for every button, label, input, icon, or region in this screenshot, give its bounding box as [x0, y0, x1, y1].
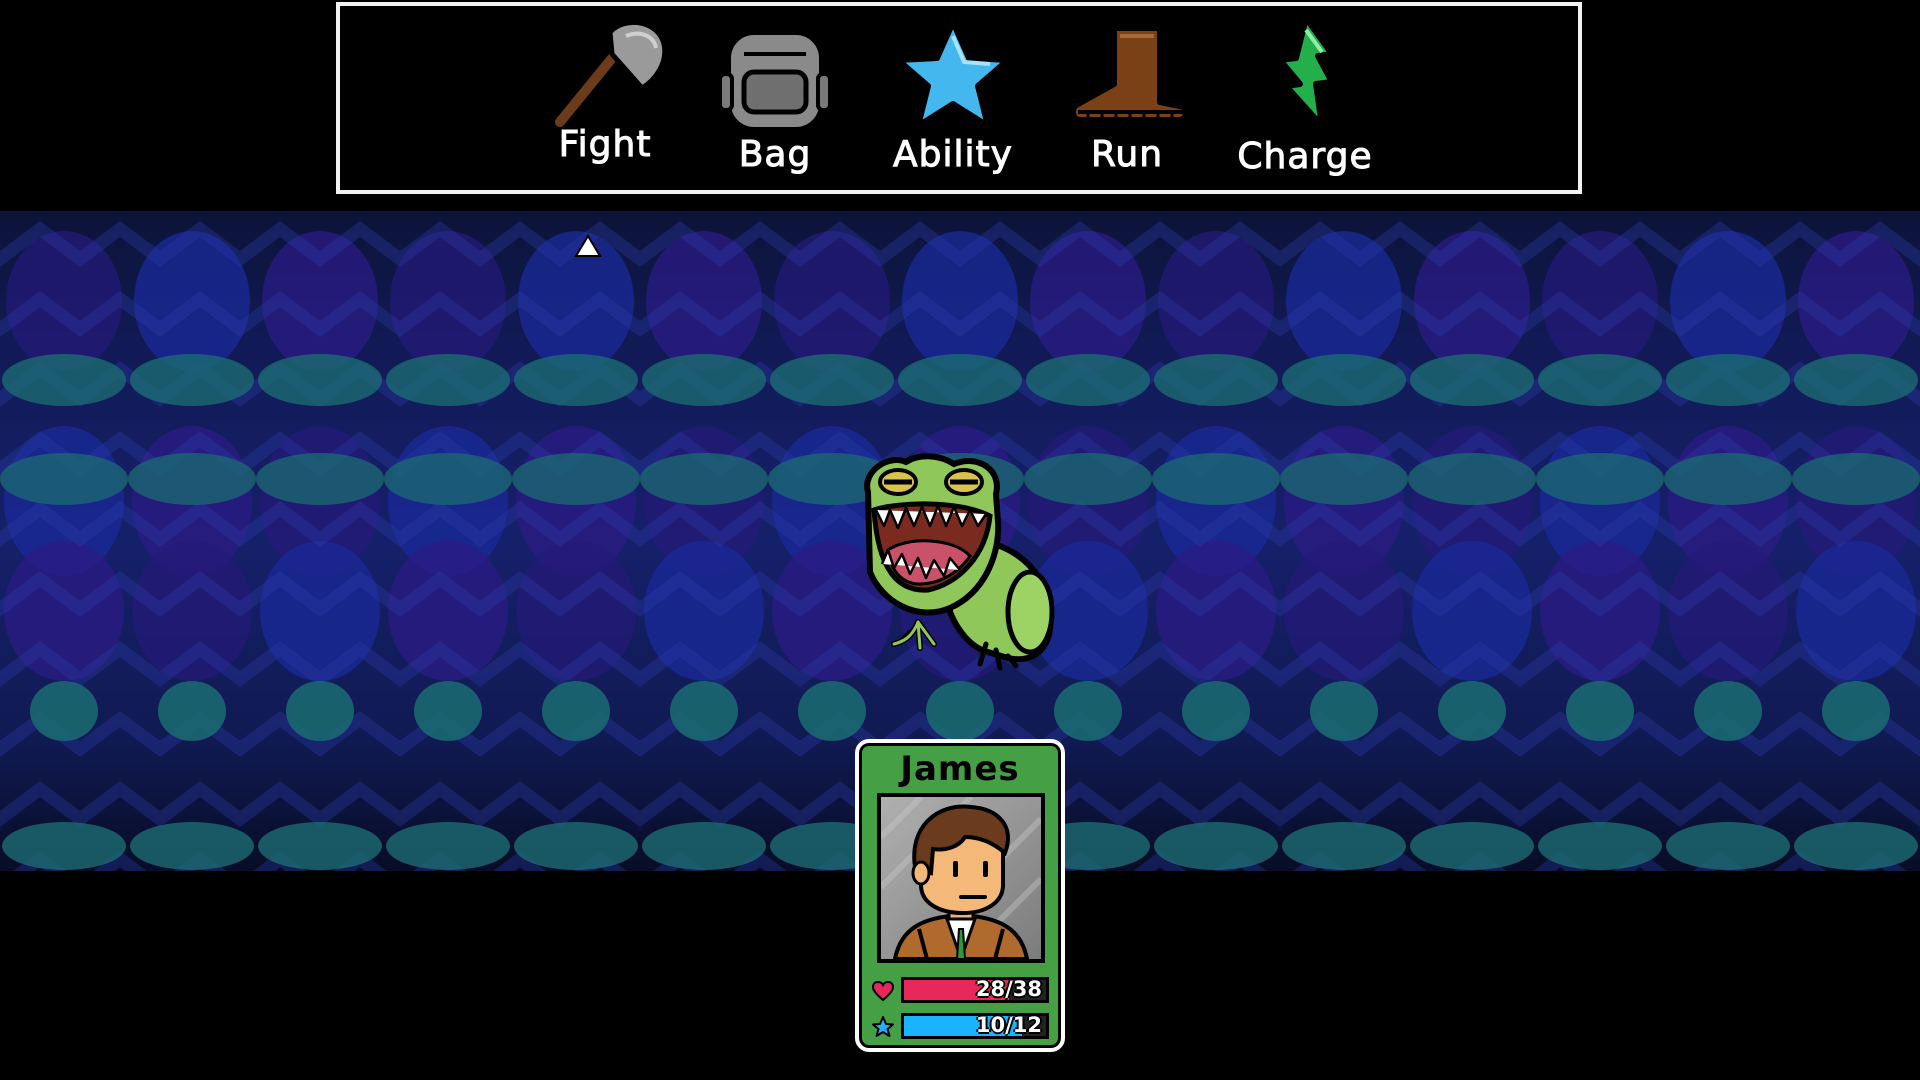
run-button[interactable]: Run [1052, 6, 1202, 194]
bag-label: Bag [738, 134, 812, 176]
mp-bar: 10/12 [901, 1013, 1049, 1039]
target-cursor-icon [574, 234, 602, 257]
fight-label: Fight [558, 124, 652, 166]
james-portrait-icon [881, 797, 1041, 959]
hp-value: 28/38 [975, 977, 1042, 1001]
party-member-card[interactable]: James 28/38 10/12 [855, 739, 1065, 1052]
boot-icon [1070, 25, 1189, 123]
ability-label: Ability [893, 134, 1013, 176]
fight-button[interactable]: Fight [530, 6, 680, 194]
portrait-frame [877, 793, 1045, 963]
mp-row: 10/12 [871, 1013, 1051, 1041]
hp-row: 28/38 [871, 977, 1051, 1005]
backpack-icon [718, 19, 832, 133]
battle-screen: Fight Bag Ability Run Charge James 28/38… [0, 0, 1920, 1080]
bag-button[interactable]: Bag [700, 6, 850, 194]
heart-icon [871, 980, 895, 1002]
hp-bar: 28/38 [901, 977, 1049, 1003]
run-label: Run [1090, 134, 1164, 176]
frog-monster-icon[interactable] [858, 452, 1070, 674]
axe-icon [552, 20, 668, 130]
lightning-icon [1277, 15, 1335, 129]
party-member-name: James [900, 749, 1020, 789]
charge-label: Charge [1237, 136, 1373, 178]
mp-value: 10/12 [975, 1013, 1042, 1037]
command-menu: Fight Bag Ability Run Charge [336, 2, 1582, 194]
ability-button[interactable]: Ability [878, 6, 1028, 194]
star-icon [872, 1016, 894, 1037]
charge-button[interactable]: Charge [1230, 6, 1380, 194]
star-icon [895, 19, 1011, 129]
